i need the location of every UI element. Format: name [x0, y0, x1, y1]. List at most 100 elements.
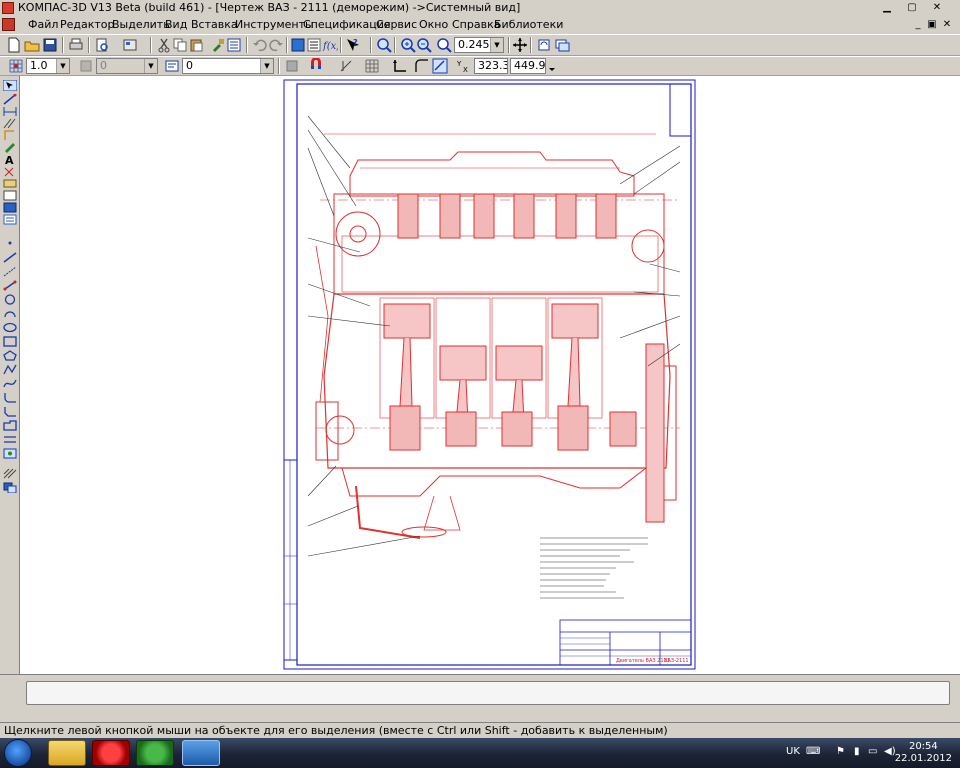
edit-tool-icon[interactable]	[3, 142, 17, 153]
view-state-icon[interactable]	[164, 58, 180, 74]
copy-icon[interactable]	[172, 37, 188, 53]
zoom-in-icon[interactable]	[376, 37, 392, 53]
explorer-taskbar-button[interactable]	[48, 740, 86, 766]
opera-taskbar-button[interactable]	[92, 740, 130, 766]
save-icon[interactable]	[42, 37, 58, 53]
local-snap-icon[interactable]	[338, 58, 354, 74]
dimension-tool-icon[interactable]	[3, 106, 17, 117]
report-tool-icon[interactable]	[3, 190, 17, 201]
manager-icon[interactable]	[122, 37, 138, 53]
point-icon[interactable]	[3, 238, 17, 249]
polyline-icon[interactable]	[3, 364, 17, 375]
segment-icon[interactable]	[3, 280, 17, 291]
hatch-fill-icon[interactable]	[3, 468, 17, 479]
zoom-window-icon[interactable]	[400, 37, 416, 53]
polygon-icon[interactable]	[3, 350, 17, 361]
layer-properties-icon[interactable]	[284, 58, 300, 74]
menu-view[interactable]: Вид	[165, 18, 187, 31]
zoom-scale-icon[interactable]	[436, 37, 452, 53]
minimize-button[interactable]: ▁	[880, 1, 894, 14]
menu-insert[interactable]: Вставка	[191, 18, 238, 31]
menu-file[interactable]: Файл	[28, 18, 58, 31]
arc-icon[interactable]	[3, 308, 17, 319]
coord-x-field[interactable]: 323.363	[474, 58, 508, 74]
layer-state-icon[interactable]	[78, 58, 94, 74]
network-icon[interactable]: ▮	[854, 746, 860, 757]
text-tool-icon[interactable]: A	[3, 154, 17, 167]
chevron-down-icon[interactable]: ▼	[144, 59, 157, 73]
coord-y-field[interactable]: 449.974	[510, 58, 546, 74]
menu-window[interactable]: Окно	[419, 18, 448, 31]
open-folder-icon[interactable]	[24, 37, 40, 53]
pan-icon[interactable]	[512, 37, 528, 53]
kompas-taskbar-button[interactable]	[182, 740, 220, 766]
macro-element-icon[interactable]	[3, 482, 17, 494]
style-combo[interactable]: 0 ▼	[182, 58, 274, 74]
geometry-tool-icon[interactable]	[3, 93, 17, 105]
chevron-down-icon[interactable]: ▼	[490, 38, 503, 52]
ellipse-icon[interactable]	[3, 322, 17, 333]
maximize-button[interactable]: ▢	[905, 1, 919, 14]
equidistant-icon[interactable]	[3, 434, 17, 445]
tree-icon[interactable]	[290, 37, 306, 53]
circle-icon[interactable]	[3, 294, 17, 305]
mdi-minimize-button[interactable]: _	[912, 18, 924, 31]
battery-icon[interactable]: ▭	[868, 746, 877, 757]
select-tool-icon[interactable]	[2, 79, 18, 92]
menu-tools[interactable]: Инструменты	[235, 18, 314, 31]
document-icon[interactable]	[2, 18, 15, 31]
close-button[interactable]: ✕	[930, 1, 944, 14]
zoom-out-icon[interactable]	[416, 37, 432, 53]
keyboard-icon[interactable]: ⌨	[806, 746, 820, 757]
new-document-icon[interactable]	[6, 37, 22, 53]
print-icon[interactable]	[68, 37, 84, 53]
snap-magnet-icon[interactable]	[308, 58, 324, 74]
print-preview-icon[interactable]	[94, 37, 110, 53]
layers-icon[interactable]	[554, 37, 570, 53]
mdi-restore-button[interactable]: ▣	[926, 18, 938, 31]
fillet-icon[interactable]	[3, 392, 17, 403]
format-brush-icon[interactable]	[210, 37, 226, 53]
chevron-down-icon[interactable]: ▼	[260, 59, 273, 73]
paste-icon[interactable]	[188, 37, 204, 53]
rectangle-icon[interactable]	[3, 336, 17, 347]
orthogonal-icon[interactable]	[392, 58, 408, 74]
flag-icon[interactable]: ⚑	[836, 746, 845, 757]
refresh-view-icon[interactable]	[536, 37, 552, 53]
contour-icon[interactable]	[3, 420, 17, 431]
language-indicator[interactable]: UK	[786, 746, 800, 757]
grid-step-icon[interactable]	[8, 58, 24, 74]
cut-icon[interactable]	[156, 37, 172, 53]
step-combo[interactable]: 1.0 ▼	[26, 58, 70, 74]
chamfer-icon[interactable]	[3, 406, 17, 417]
coord-dropdown-icon[interactable]	[548, 58, 556, 74]
utorrent-taskbar-button[interactable]	[136, 740, 174, 766]
spline-icon[interactable]	[3, 378, 17, 389]
variables-icon[interactable]	[306, 37, 322, 53]
properties-icon[interactable]	[226, 37, 242, 53]
chevron-down-icon[interactable]: ▼	[56, 59, 69, 73]
layer-combo[interactable]: 0 ▼	[96, 58, 158, 74]
redo-icon[interactable]	[268, 37, 284, 53]
auxiliary-line-icon[interactable]	[3, 266, 17, 277]
spec-tool-icon[interactable]	[3, 214, 17, 225]
measure-tool-icon[interactable]	[3, 178, 17, 189]
menu-editor[interactable]: Редактор	[60, 18, 115, 31]
grid-icon[interactable]	[364, 58, 380, 74]
library-tool-icon[interactable]	[3, 202, 17, 213]
menu-service[interactable]: Сервис	[376, 18, 417, 31]
property-panel[interactable]	[26, 681, 950, 705]
zoom-scale-combo[interactable]: 0.2452 ▼	[454, 37, 504, 53]
collect-contour-icon[interactable]	[3, 448, 17, 459]
menu-libraries[interactable]: Библиотеки	[494, 18, 563, 31]
notation-tool-icon[interactable]	[3, 130, 17, 141]
start-button[interactable]	[4, 739, 32, 767]
hatch-tool-icon[interactable]	[3, 118, 17, 129]
undo-icon[interactable]	[252, 37, 268, 53]
engine-drawing-sheet[interactable]: Двигатель ВАЗ 2111 ВАЗ-2111	[20, 76, 960, 674]
parametrization-tool-icon[interactable]	[3, 166, 17, 177]
mdi-close-button[interactable]: ✕	[941, 18, 953, 31]
menu-select[interactable]: Выделить	[112, 18, 170, 31]
drawing-canvas[interactable]: Двигатель ВАЗ 2111 ВАЗ-2111	[20, 76, 960, 674]
parametric-mode-icon[interactable]	[432, 58, 448, 74]
